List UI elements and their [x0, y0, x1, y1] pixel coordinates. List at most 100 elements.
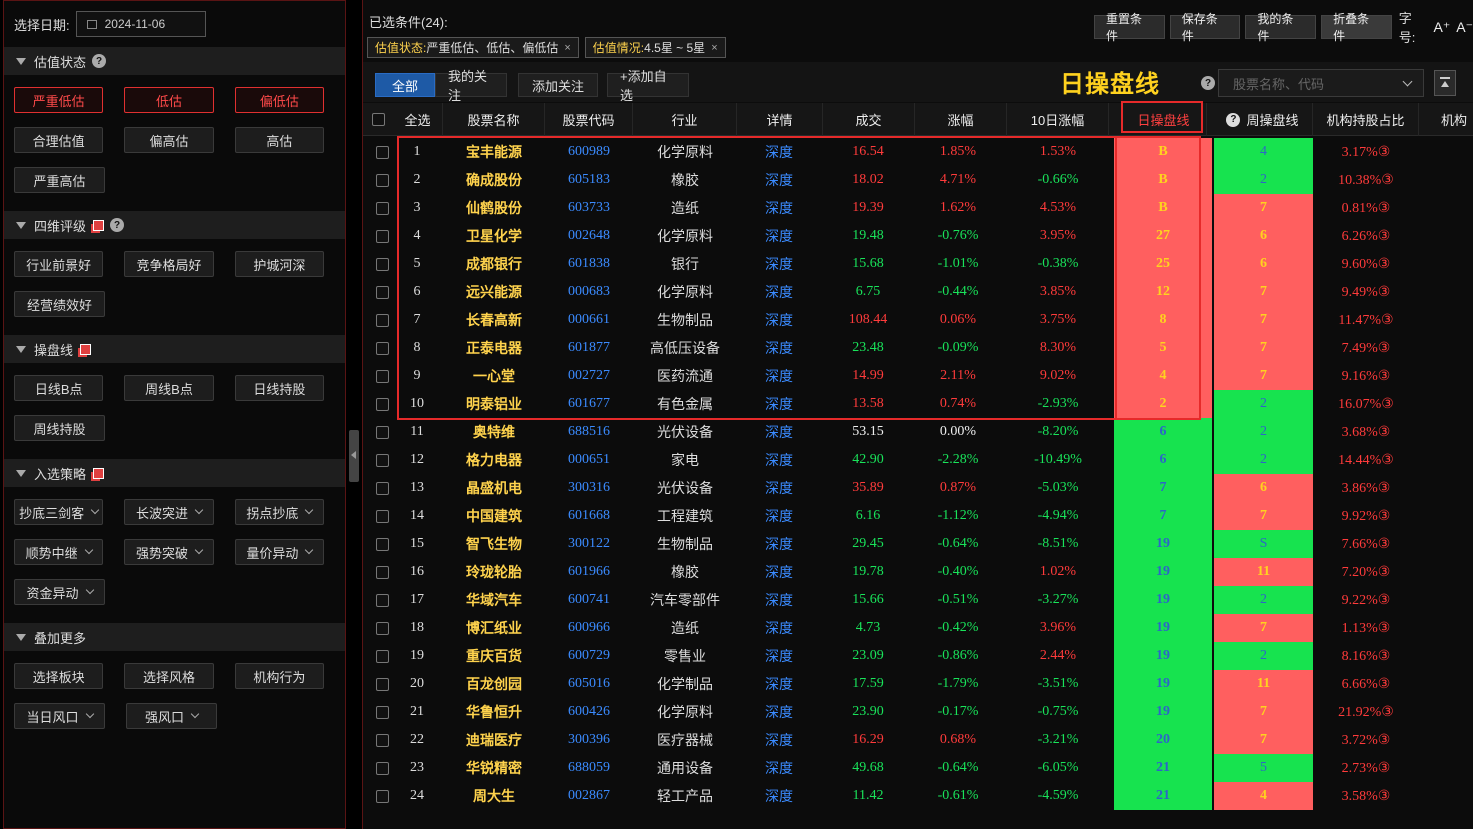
- stock-code[interactable]: 002867: [559, 782, 619, 810]
- filter-button[interactable]: 低估: [124, 87, 214, 113]
- stock-name[interactable]: 确成股份: [455, 166, 533, 194]
- row-checkbox[interactable]: [376, 306, 389, 334]
- help-icon[interactable]: ?: [1226, 112, 1241, 127]
- checkbox[interactable]: [376, 481, 389, 495]
- checkbox[interactable]: [376, 257, 389, 271]
- detail-link[interactable]: 深度: [751, 138, 807, 166]
- stock-code[interactable]: 600426: [559, 698, 619, 726]
- row-checkbox[interactable]: [376, 726, 389, 754]
- detail-link[interactable]: 深度: [751, 530, 807, 558]
- row-checkbox[interactable]: [376, 754, 389, 782]
- filter-button[interactable]: 抄底三剑客: [14, 499, 104, 525]
- col-detail[interactable]: 详情: [737, 103, 823, 136]
- select-all-checkbox[interactable]: [371, 113, 385, 126]
- row-checkbox[interactable]: [376, 250, 389, 278]
- my-conditions-button[interactable]: 我的条件: [1245, 12, 1317, 43]
- col-stock-name[interactable]: 股票名称: [443, 103, 545, 136]
- detail-link[interactable]: 深度: [751, 446, 807, 474]
- checkbox[interactable]: [376, 509, 389, 523]
- stock-code[interactable]: 300396: [559, 726, 619, 754]
- stock-code[interactable]: 601677: [559, 390, 619, 418]
- row-checkbox[interactable]: [376, 614, 389, 642]
- filter-button[interactable]: 行业前景好: [14, 251, 104, 277]
- reset-conditions-button[interactable]: 重置条件: [1094, 12, 1165, 43]
- col-inst-holding[interactable]: 机构持股占比: [1313, 103, 1419, 136]
- stock-name[interactable]: 卫星化学: [455, 222, 533, 250]
- filter-button[interactable]: 选择板块: [14, 663, 104, 689]
- table-row[interactable]: 12 格力电器 000651 家电 深度 42.90 -2.28% -10.49% 6 2 14.4…: [363, 446, 1473, 474]
- select-all-checkbox-cell[interactable]: [363, 103, 393, 136]
- stock-name[interactable]: 长春高新: [455, 306, 533, 334]
- row-checkbox[interactable]: [376, 362, 389, 390]
- col-industry[interactable]: 行业: [633, 103, 737, 136]
- detail-link[interactable]: 深度: [751, 754, 807, 782]
- filter-button[interactable]: 顺势中继: [14, 539, 104, 565]
- filter-button[interactable]: 日线持股: [234, 375, 324, 401]
- row-checkbox[interactable]: [376, 502, 389, 530]
- copy-icon[interactable]: [93, 467, 105, 479]
- copy-icon[interactable]: [93, 219, 105, 231]
- checkbox[interactable]: [376, 453, 389, 467]
- help-icon[interactable]: ?: [1201, 76, 1215, 90]
- checkbox[interactable]: [376, 201, 389, 215]
- close-icon[interactable]: ×: [711, 42, 717, 54]
- detail-link[interactable]: 深度: [751, 586, 807, 614]
- col-daily-line[interactable]: 日操盘线: [1121, 103, 1207, 136]
- filter-button[interactable]: 长波突进: [124, 499, 214, 525]
- stock-code[interactable]: 601838: [559, 250, 619, 278]
- help-icon[interactable]: ?: [92, 54, 107, 68]
- checkbox[interactable]: [376, 341, 389, 355]
- col-stock-code[interactable]: 股票代码: [545, 103, 633, 136]
- stock-name[interactable]: 华鲁恒升: [455, 698, 533, 726]
- stock-code[interactable]: 002648: [559, 222, 619, 250]
- stock-code[interactable]: 601877: [559, 334, 619, 362]
- copy-icon[interactable]: [80, 343, 92, 355]
- add-watchlist-button[interactable]: +添加自选: [607, 69, 689, 103]
- row-checkbox[interactable]: [376, 194, 389, 222]
- row-checkbox[interactable]: [376, 642, 389, 670]
- checkbox[interactable]: [376, 649, 389, 663]
- stock-name[interactable]: 正泰电器: [455, 334, 533, 362]
- section-valuation-state[interactable]: 估值状态?: [4, 47, 345, 75]
- stock-name[interactable]: 重庆百货: [455, 642, 533, 670]
- detail-link[interactable]: 深度: [751, 558, 807, 586]
- checkbox[interactable]: [376, 397, 389, 411]
- checkbox[interactable]: [376, 621, 389, 635]
- filter-button[interactable]: 机构行为: [234, 663, 324, 689]
- checkbox[interactable]: [376, 145, 389, 159]
- row-checkbox[interactable]: [376, 166, 389, 194]
- row-checkbox[interactable]: [376, 474, 389, 502]
- table-row[interactable]: 21 华鲁恒升 600426 化学原料 深度 23.90 -0.17% -0.75% 19 7 21…: [363, 698, 1473, 726]
- stock-code[interactable]: 601668: [559, 502, 619, 530]
- row-checkbox[interactable]: [376, 446, 389, 474]
- checkbox[interactable]: [376, 677, 389, 691]
- stock-name[interactable]: 成都银行: [455, 250, 533, 278]
- filter-button[interactable]: 强势突破: [124, 539, 214, 565]
- table-row[interactable]: 8 正泰电器 601877 高低压设备 深度 23.48 -0.09% 8.30% 5 7 7.49…: [363, 334, 1473, 362]
- stock-name[interactable]: 明泰铝业: [455, 390, 533, 418]
- collapse-panel-handle[interactable]: [349, 430, 359, 482]
- stock-code[interactable]: 601966: [559, 558, 619, 586]
- checkbox[interactable]: [376, 593, 389, 607]
- stock-code[interactable]: 600966: [559, 614, 619, 642]
- date-picker[interactable]: 2024-11-06: [75, 11, 206, 37]
- table-row[interactable]: 19 重庆百货 600729 零售业 深度 23.09 -0.86% 2.44% 19 2 8.16…: [363, 642, 1473, 670]
- detail-link[interactable]: 深度: [751, 418, 807, 446]
- section-trading-line[interactable]: 操盘线: [4, 335, 345, 363]
- stock-search-input[interactable]: 股票名称、代码: [1218, 69, 1424, 97]
- row-checkbox[interactable]: [376, 670, 389, 698]
- filter-button[interactable]: 严重高估: [14, 167, 105, 193]
- filter-button[interactable]: 高估: [234, 127, 324, 153]
- filter-button[interactable]: 当日风口: [14, 703, 105, 729]
- stock-name[interactable]: 百龙创园: [455, 670, 533, 698]
- row-checkbox[interactable]: [376, 390, 389, 418]
- condition-tag-valuation-rating[interactable]: 估值情况: 4.5星 ~ 5星 ×: [584, 37, 726, 58]
- stock-code[interactable]: 688516: [559, 418, 619, 446]
- table-row[interactable]: 15 智飞生物 300122 生物制品 深度 29.45 -0.64% -8.51% 19 S 7.…: [363, 530, 1473, 558]
- stock-code[interactable]: 605183: [559, 166, 619, 194]
- close-icon[interactable]: ×: [564, 42, 570, 54]
- col-inst-more[interactable]: 机构: [1419, 103, 1473, 136]
- table-row[interactable]: 22 迪瑞医疗 300396 医疗器械 深度 16.29 0.68% -3.21% 20 7 3.7…: [363, 726, 1473, 754]
- table-row[interactable]: 16 玲珑轮胎 601966 橡胶 深度 19.78 -0.40% 1.02% 19 11 7.20…: [363, 558, 1473, 586]
- stock-code[interactable]: 600729: [559, 642, 619, 670]
